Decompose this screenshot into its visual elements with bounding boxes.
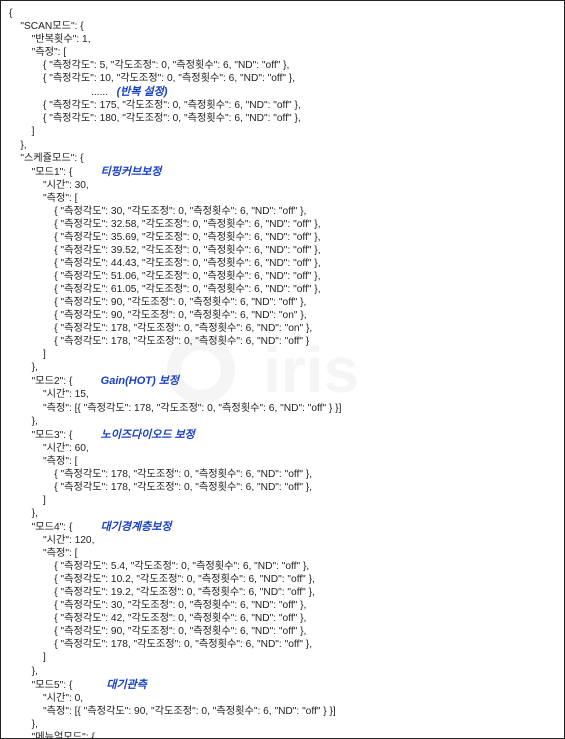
line: "시간": 0, — [9, 693, 83, 704]
line: ] — [9, 495, 46, 506]
line: ] — [9, 349, 46, 360]
line: "측정": [ — [9, 548, 77, 559]
line: "반복횟수": 1, — [9, 34, 91, 45]
annot-mode1: 티핑커브보정 — [101, 166, 162, 178]
line: "모드1": { 티핑커브보정 — [9, 167, 161, 178]
line: { "측정각도": 30, "각도조정": 0, "측정횟수": 6, "ND"… — [9, 600, 306, 611]
line: { — [9, 8, 12, 19]
line: { "측정각도": 44.43, "각도조정": 0, "측정횟수": 6, "… — [9, 258, 321, 269]
annot-mode3: 노이즈다이오드 보정 — [101, 429, 195, 441]
line: "메뉴얼모드": { — [9, 732, 95, 739]
line: { "측정각도": 178, "각도조정": 0, "측정횟수": 6, "ND… — [9, 469, 312, 480]
line: "측정": [{ "측정각도": 178, "각도조정": 0, "측정횟수":… — [9, 403, 341, 414]
line: "시간": 60, — [9, 443, 89, 454]
line: { "측정각도": 19.2, "각도조정": 0, "측정횟수": 6, "N… — [9, 587, 315, 598]
line: "측정": [{ "측정각도": 90, "각도조정": 0, "측정횟수": … — [9, 706, 336, 717]
line: { "측정각도": 35.69, "각도조정": 0, "측정횟수": 6, "… — [9, 232, 321, 243]
line: "모드2": { Gain(HOT) 보정 — [9, 376, 179, 387]
line: { "측정각도": 5, "각도조정": 0, "측정횟수": 6, "ND":… — [9, 60, 289, 71]
annot-mode5: 대기관측 — [106, 679, 146, 691]
line: "시간": 120, — [9, 535, 94, 546]
line: ] — [9, 126, 34, 137]
line: { "측정각도": 90, "각도조정": 0, "측정횟수": 6, "ND"… — [9, 310, 307, 321]
line: ...... (반복 설정) — [9, 87, 167, 98]
line: "시간": 30, — [9, 180, 89, 191]
line: { "측정각도": 90, "각도조정": 0, "측정횟수": 6, "ND"… — [9, 626, 306, 637]
line: "시간": 15, — [9, 389, 89, 400]
annot-mode2: Gain(HOT) 보정 — [101, 375, 179, 387]
line: "모드3": { 노이즈다이오드 보정 — [9, 430, 195, 441]
line: { "측정각도": 30, "각도조정": 0, "측정횟수": 6, "ND"… — [9, 206, 306, 217]
line: { "측정각도": 61.05, "각도조정": 0, "측정횟수": 6, "… — [9, 284, 321, 295]
line: }, — [9, 362, 38, 373]
line: { "측정각도": 10.2, "각도조정": 0, "측정횟수": 6, "N… — [9, 574, 315, 585]
line: { "측정각도": 42, "각도조정": 0, "측정횟수": 6, "ND"… — [9, 613, 306, 624]
line: { "측정각도": 178, "각도조정": 0, "측정횟수": 6, "ND… — [9, 323, 312, 334]
line: }, — [9, 140, 27, 151]
line: "측정": [ — [9, 47, 66, 58]
line: { "측정각도": 180, "각도조정": 0, "측정횟수": 6, "ND… — [9, 113, 301, 124]
line: }, — [9, 416, 38, 427]
line: { "측정각도": 51.06, "각도조정": 0, "측정횟수": 6, "… — [9, 271, 321, 282]
line: "모드5": { 대기관측 — [9, 680, 147, 691]
line: "스케쥴모드": { — [9, 153, 83, 164]
line: "측정": [ — [9, 193, 77, 204]
line: }, — [9, 719, 38, 730]
annot-mode4: 대기경계층보정 — [101, 521, 172, 533]
line: { "측정각도": 5.4, "각도조정": 0, "측정횟수": 6, "ND… — [9, 561, 309, 572]
line: }, — [9, 508, 38, 519]
line: { "측정각도": 10, "각도조정": 0, "측정횟수": 6, "ND"… — [9, 73, 295, 84]
line: ] — [9, 652, 46, 663]
line: { "측정각도": 39.52, "각도조정": 0, "측정횟수": 6, "… — [9, 245, 321, 256]
annot-repeat: (반복 설정) — [117, 86, 168, 98]
line: }, — [9, 666, 38, 677]
line: { "측정각도": 178, "각도조정": 0, "측정횟수": 6, "ND… — [9, 336, 309, 347]
line: "SCAN모드": { — [9, 21, 84, 32]
line: "측정": [ — [9, 456, 77, 467]
line: { "측정각도": 32.58, "각도조정": 0, "측정횟수": 6, "… — [9, 219, 321, 230]
line: { "측정각도": 90, "각도조정": 0, "측정횟수": 6, "ND"… — [9, 297, 306, 308]
line: { "측정각도": 175, "각도조정": 0, "측정횟수": 6, "ND… — [9, 100, 301, 111]
json-config-figure: iris{ "SCAN모드": { "반복횟수": 1, "측정": [ { "… — [0, 0, 565, 739]
line: { "측정각도": 178, "각도조정": 0, "측정횟수": 6, "ND… — [9, 639, 312, 650]
line: { "측정각도": 178, "각도조정": 0, "측정횟수": 6, "ND… — [9, 482, 312, 493]
line: "모드4": { 대기경계층보정 — [9, 522, 172, 533]
